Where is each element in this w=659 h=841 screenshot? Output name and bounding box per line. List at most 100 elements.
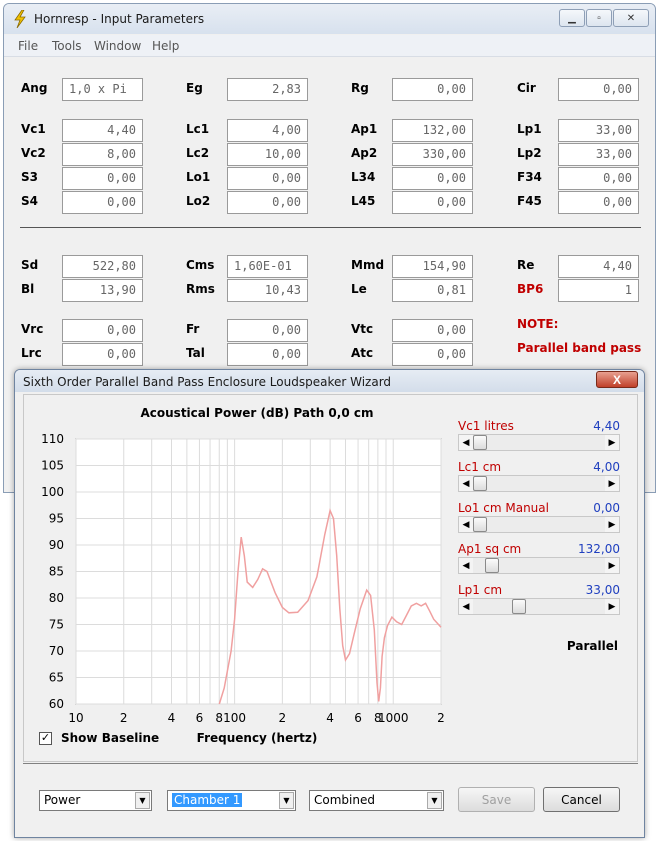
label-eg: Eg xyxy=(186,81,203,95)
field-ap2[interactable]: 330,00 xyxy=(392,143,473,166)
label-s4: S4 xyxy=(21,194,38,208)
label-ang: Ang xyxy=(21,81,48,95)
field-cms[interactable]: 1,60E-01 xyxy=(227,255,308,278)
chart-title: Acoustical Power (dB) Path 0,0 cm xyxy=(140,406,373,420)
field-rms[interactable]: 10,43 xyxy=(227,279,308,302)
field-l34[interactable]: 0,00 xyxy=(392,167,473,190)
minimize-button[interactable]: ▁ xyxy=(559,9,585,27)
scroll-right-icon[interactable]: ▶ xyxy=(605,517,619,532)
slider-label-4: Lp1 cm xyxy=(458,583,503,597)
slider-3[interactable]: ◀ ▶ xyxy=(458,557,620,574)
menu-help[interactable]: Help xyxy=(152,39,179,53)
field-f34[interactable]: 0,00 xyxy=(558,167,639,190)
slider-label-3: Ap1 sq cm xyxy=(458,542,522,556)
path-combo-value: Combined xyxy=(314,793,375,807)
scroll-left-icon[interactable]: ◀ xyxy=(459,435,473,450)
field-rg[interactable]: 0,00 xyxy=(392,78,473,101)
scroll-right-icon[interactable]: ▶ xyxy=(605,476,619,491)
cancel-button[interactable]: Cancel xyxy=(543,787,620,812)
slider-4[interactable]: ◀ ▶ xyxy=(458,598,620,615)
field-vrc[interactable]: 0,00 xyxy=(62,319,143,342)
scroll-right-icon[interactable]: ▶ xyxy=(605,558,619,573)
menu-window[interactable]: Window xyxy=(94,39,141,53)
field-l45[interactable]: 0,00 xyxy=(392,191,473,214)
save-button[interactable]: Save xyxy=(458,787,535,812)
field-vc2[interactable]: 8,00 xyxy=(62,143,143,166)
wizard-titlebar[interactable]: Sixth Order Parallel Band Pass Enclosure… xyxy=(15,370,644,392)
field-lp2[interactable]: 33,00 xyxy=(558,143,639,166)
slider-thumb[interactable] xyxy=(473,435,487,450)
field-bp6[interactable]: 1 xyxy=(558,279,639,302)
field-lo2[interactable]: 0,00 xyxy=(227,191,308,214)
field-ap1[interactable]: 132,00 xyxy=(392,119,473,142)
show-baseline-checkbox[interactable]: ✓ xyxy=(39,732,52,745)
note-label: NOTE: xyxy=(517,317,559,331)
y-tick-label: 85 xyxy=(49,565,64,579)
label-lp2: Lp2 xyxy=(517,146,542,160)
x-tick-label: 6 xyxy=(354,711,362,725)
path-combo[interactable]: Combined ▼ xyxy=(309,790,444,811)
field-lc2[interactable]: 10,00 xyxy=(227,143,308,166)
close-main-button[interactable]: ✕ xyxy=(613,9,649,27)
chevron-down-icon[interactable]: ▼ xyxy=(135,792,150,809)
slider-thumb[interactable] xyxy=(473,476,487,491)
x-tick-label: 4 xyxy=(326,711,334,725)
field-re[interactable]: 4,40 xyxy=(558,255,639,278)
chamber-combo[interactable]: Chamber 1 ▼ xyxy=(167,790,296,811)
scroll-left-icon[interactable]: ◀ xyxy=(459,476,473,491)
slider-thumb[interactable] xyxy=(484,558,499,573)
main-window-title: Hornresp - Input Parameters xyxy=(34,12,205,26)
field-mmd[interactable]: 154,90 xyxy=(392,255,473,278)
y-tick-label: 90 xyxy=(49,538,64,552)
x-tick-label: 6 xyxy=(196,711,204,725)
field-cir[interactable]: 0,00 xyxy=(558,78,639,101)
cancel-button-label: Cancel xyxy=(561,792,602,807)
field-s3[interactable]: 0,00 xyxy=(62,167,143,190)
slider-label-1: Lc1 cm xyxy=(458,460,502,474)
field-eg[interactable]: 2,83 xyxy=(227,78,308,101)
field-lp1[interactable]: 33,00 xyxy=(558,119,639,142)
x-tick-label: 2 xyxy=(279,711,287,725)
show-baseline-label[interactable]: Show Baseline xyxy=(61,731,159,745)
field-sd[interactable]: 522,80 xyxy=(62,255,143,278)
label-f45: F45 xyxy=(517,194,542,208)
field-bl[interactable]: 13,90 xyxy=(62,279,143,302)
field-fr[interactable]: 0,00 xyxy=(227,319,308,342)
main-titlebar[interactable]: Hornresp - Input Parameters ▁ ▫ ✕ xyxy=(4,4,655,34)
scroll-left-icon[interactable]: ◀ xyxy=(459,517,473,532)
maximize-button[interactable]: ▫ xyxy=(586,9,612,27)
scroll-left-icon[interactable]: ◀ xyxy=(459,599,473,614)
field-f45[interactable]: 0,00 xyxy=(558,191,639,214)
y-tick-label: 110 xyxy=(41,432,64,446)
y-tick-label: 75 xyxy=(49,618,64,632)
slider-thumb[interactable] xyxy=(511,599,526,614)
field-vc1[interactable]: 4,40 xyxy=(62,119,143,142)
chevron-down-icon[interactable]: ▼ xyxy=(279,792,294,809)
slider-2[interactable]: ◀ ▶ xyxy=(458,516,620,533)
slider-label-0: Vc1 litres xyxy=(458,419,514,433)
field-atc[interactable]: 0,00 xyxy=(392,343,473,366)
slider-value-1: 4,00 xyxy=(593,460,620,474)
chevron-down-icon[interactable]: ▼ xyxy=(427,792,442,809)
menu-file[interactable]: File xyxy=(18,39,38,53)
field-le[interactable]: 0,81 xyxy=(392,279,473,302)
field-ang[interactable]: 1,0 x Pi xyxy=(62,78,143,101)
field-tal[interactable]: 0,00 xyxy=(227,343,308,366)
field-vtc[interactable]: 0,00 xyxy=(392,319,473,342)
wizard-separator xyxy=(23,763,638,764)
wizard-close-button[interactable]: X xyxy=(596,371,638,388)
field-lc1[interactable]: 4,00 xyxy=(227,119,308,142)
scroll-right-icon[interactable]: ▶ xyxy=(605,435,619,450)
scroll-right-icon[interactable]: ▶ xyxy=(605,599,619,614)
menu-tools[interactable]: Tools xyxy=(52,39,82,53)
field-lo1[interactable]: 0,00 xyxy=(227,167,308,190)
field-s4[interactable]: 0,00 xyxy=(62,191,143,214)
slider-thumb[interactable] xyxy=(473,517,487,532)
output-combo[interactable]: Power ▼ xyxy=(39,790,152,811)
field-lrc[interactable]: 0,00 xyxy=(62,343,143,366)
output-combo-value: Power xyxy=(44,793,81,807)
slider-0[interactable]: ◀ ▶ xyxy=(458,434,620,451)
y-tick-label: 60 xyxy=(49,697,64,711)
scroll-left-icon[interactable]: ◀ xyxy=(459,558,473,573)
slider-1[interactable]: ◀ ▶ xyxy=(458,475,620,492)
